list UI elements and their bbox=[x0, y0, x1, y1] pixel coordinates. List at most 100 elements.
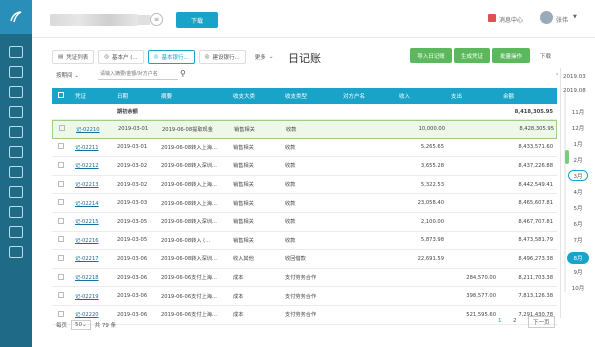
row-checkbox[interactable] bbox=[58, 217, 64, 224]
voucher-link[interactable]: 记-02212 bbox=[75, 163, 99, 169]
voucher-link[interactable]: 记-02219 bbox=[75, 294, 99, 300]
home-icon[interactable] bbox=[9, 46, 23, 58]
voucher-link[interactable]: 记-02218 bbox=[75, 275, 99, 281]
voucher-link[interactable]: 记-02210 bbox=[76, 127, 100, 133]
summary-cell: 2019-06-08转入深圳... bbox=[161, 219, 217, 226]
chevron-down-icon[interactable]: ▼ bbox=[573, 14, 577, 20]
row-checkbox[interactable] bbox=[58, 180, 64, 187]
search-icon[interactable]: ⚲ bbox=[180, 69, 186, 78]
table-row[interactable]: 记-02217 2019-03-06 2019-06-08转入深圳... 收入其他 收回… bbox=[52, 250, 557, 269]
table-row[interactable]: 记-02212 2019-03-02 2019-06-08转入深圳... 销售相关 收款… bbox=[52, 157, 557, 176]
voucher-link[interactable]: 记-02220 bbox=[75, 312, 99, 318]
voucher-link[interactable]: 记-02217 bbox=[75, 256, 99, 262]
table-row[interactable]: 记-02214 2019-03-03 2019-06-08转入上海... 销售相关 收款… bbox=[52, 194, 557, 213]
voucher-icon[interactable] bbox=[9, 66, 23, 78]
table-row[interactable]: 记-02215 2019-03-05 2019-06-08转入深圳... 销售相关 收款… bbox=[52, 213, 557, 232]
voucher-link[interactable]: 记-02211 bbox=[75, 145, 99, 151]
month-8[interactable]: 6月 bbox=[566, 220, 590, 228]
table-row[interactable]: 记-02218 2019-03-06 2019-06-06支付上海... 成本 支付劳务… bbox=[52, 269, 557, 288]
year-bottom[interactable]: 2019.08 bbox=[563, 88, 586, 94]
income-cell: 5,322.53 bbox=[420, 181, 444, 188]
journal-icon[interactable] bbox=[9, 86, 23, 98]
table-row[interactable]: 记-02219 2019-03-06 2019-06-06支付上海... 成本 支付劳务… bbox=[52, 287, 557, 306]
batch-actions-button[interactable]: 批量操作 bbox=[492, 48, 530, 63]
table-row[interactable]: 记-02210 2019-03-01 2019-06-08提取现金 销售相关 收款 10,… bbox=[52, 120, 557, 139]
month-4[interactable]: 2月 bbox=[566, 156, 590, 164]
table-row[interactable]: 记-02213 2019-03-02 2019-06-08转入上海... 销售相关 收款… bbox=[52, 176, 557, 195]
month-3[interactable]: 1月 bbox=[566, 140, 590, 148]
archive-icon[interactable] bbox=[9, 226, 23, 238]
row-checkbox[interactable] bbox=[58, 273, 64, 280]
voucher-link[interactable]: 记-02214 bbox=[75, 201, 99, 207]
search-input[interactable] bbox=[98, 69, 178, 80]
voucher-link[interactable]: 记-02216 bbox=[75, 238, 99, 244]
tab-voucher-list[interactable]: ▤ 凭证列表 bbox=[52, 50, 95, 64]
month-7[interactable]: 5月 bbox=[566, 204, 590, 212]
col-summary[interactable]: 摘要 bbox=[158, 92, 230, 100]
select-all-checkbox[interactable] bbox=[58, 92, 64, 98]
tax-icon[interactable] bbox=[9, 166, 23, 178]
tab-basic-account[interactable]: ◎ 基本户 (... bbox=[98, 50, 144, 64]
col-date[interactable]: 日期 bbox=[114, 92, 158, 100]
tab-construction-bank[interactable]: ◎ 建设银行... bbox=[198, 50, 246, 64]
next-page-button[interactable]: 下一页 bbox=[528, 316, 555, 328]
row-checkbox[interactable] bbox=[58, 199, 64, 206]
table-row[interactable]: 记-02220 2019-03-06 2019-06-06支付上海... 成本 支付劳务… bbox=[52, 306, 557, 325]
tab-basic-bank[interactable]: ◎ 基本银行... bbox=[147, 50, 195, 64]
month-11[interactable]: 9月 bbox=[566, 268, 590, 276]
page-2[interactable]: 2 bbox=[513, 318, 517, 324]
row-checkbox[interactable] bbox=[58, 254, 64, 261]
month-6[interactable]: 4月 bbox=[566, 188, 590, 196]
voucher-link[interactable]: 记-02215 bbox=[75, 219, 99, 225]
table-row[interactable]: 记-02211 2019-03-01 2019-06-08转入上海... 销售相关 收款… bbox=[52, 139, 557, 158]
month-1[interactable]: 11月 bbox=[566, 108, 590, 116]
avatar[interactable] bbox=[540, 11, 553, 24]
table-scrollbar[interactable] bbox=[565, 150, 569, 164]
generate-voucher-button[interactable]: 生成凭证 bbox=[454, 48, 490, 63]
settings-icon[interactable] bbox=[9, 246, 23, 258]
col-counterparty[interactable]: 对方户名 bbox=[340, 92, 396, 100]
company-switch-button[interactable]: ≡ bbox=[150, 13, 163, 26]
salary-icon[interactable] bbox=[9, 186, 23, 198]
report-icon[interactable] bbox=[9, 106, 23, 118]
income-cell: 2,100.00 bbox=[420, 218, 444, 225]
user-name[interactable]: 张伟 bbox=[556, 15, 568, 24]
download-button[interactable]: 下载 bbox=[540, 52, 551, 60]
row-checkbox[interactable] bbox=[58, 310, 64, 317]
row-checkbox[interactable] bbox=[58, 236, 64, 243]
col-income[interactable]: 收入 bbox=[396, 92, 448, 100]
voucher-link[interactable]: 记-02213 bbox=[75, 182, 99, 188]
collapse-right-icon[interactable]: › bbox=[556, 71, 558, 78]
page-1[interactable]: 1 bbox=[498, 318, 502, 324]
invoice-icon[interactable] bbox=[9, 146, 23, 158]
inventory-icon[interactable] bbox=[9, 206, 23, 218]
col-voucher[interactable]: 凭证 bbox=[72, 92, 114, 100]
period-filter[interactable]: 按期间 ⌄ bbox=[56, 71, 79, 79]
row-checkbox[interactable] bbox=[58, 143, 64, 150]
asset-icon[interactable] bbox=[9, 126, 23, 138]
row-checkbox[interactable] bbox=[58, 161, 64, 168]
col-category[interactable]: 收支大类 bbox=[230, 92, 282, 100]
month-12[interactable]: 10月 bbox=[566, 284, 590, 292]
tab-more[interactable]: 更多 ⌄ bbox=[249, 50, 279, 64]
import-button[interactable]: 导入日记账 bbox=[410, 48, 452, 63]
row-checkbox[interactable] bbox=[58, 292, 64, 299]
messages-link[interactable]: 消息中心 bbox=[499, 15, 523, 24]
col-expense[interactable]: 支出 bbox=[448, 92, 500, 100]
month-10[interactable]: 8月 bbox=[567, 252, 589, 264]
category-cell: 成本 bbox=[233, 293, 244, 300]
row-checkbox[interactable] bbox=[59, 125, 65, 132]
balance-cell: 8,211,703.38 bbox=[518, 274, 553, 281]
per-page-select[interactable]: 50 ⌄ bbox=[71, 320, 91, 330]
company-name[interactable] bbox=[50, 14, 138, 26]
col-type[interactable]: 收支类型 bbox=[282, 92, 340, 100]
top-action-button[interactable]: 下载 bbox=[176, 12, 218, 28]
year-top[interactable]: 2019.03 bbox=[563, 74, 586, 80]
message-icon[interactable] bbox=[488, 14, 496, 22]
month-2[interactable]: 12月 bbox=[566, 124, 590, 132]
tab-label: 建设银行... bbox=[212, 55, 240, 61]
month-9[interactable]: 7月 bbox=[566, 236, 590, 244]
col-balance[interactable]: 余额 bbox=[500, 92, 557, 100]
table-row[interactable]: 记-02216 2019-03-05 2019-06-08转入 (... 销售相关 收款… bbox=[52, 232, 557, 251]
income-cell: 23,058.40 bbox=[417, 200, 444, 207]
